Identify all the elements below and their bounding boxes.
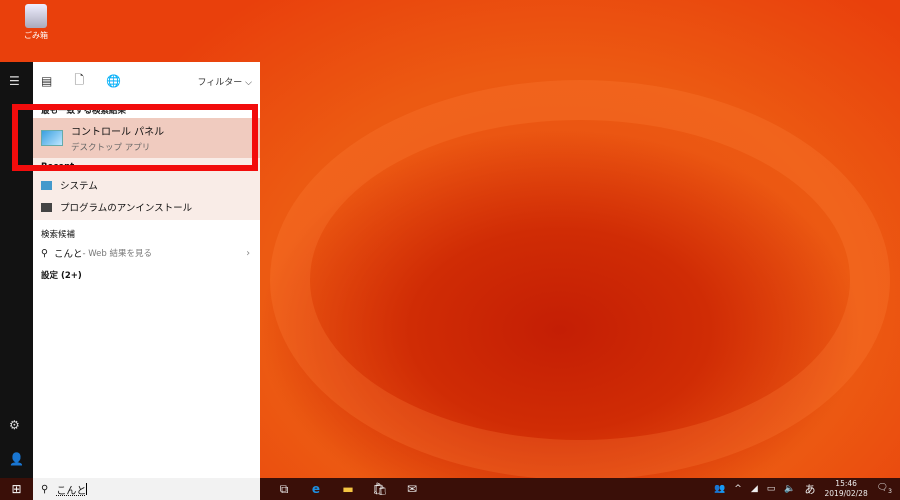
ime-indicator[interactable]: あ: [805, 481, 816, 497]
windows-start-icon[interactable]: ⊞: [0, 478, 33, 500]
wifi-icon[interactable]: ◢: [751, 484, 758, 494]
chevron-right-icon: ›: [246, 247, 250, 259]
notification-icon[interactable]: 🗨3: [877, 483, 892, 495]
file-explorer-icon[interactable]: ▬: [332, 482, 364, 496]
recent-item-uninstall[interactable]: プログラムのアンインストール: [33, 196, 260, 218]
user-icon[interactable]: 👤: [9, 452, 24, 466]
filter-button[interactable]: フィルター ⌵: [197, 75, 252, 88]
chevron-up-icon[interactable]: ^: [734, 484, 742, 494]
recycle-bin-icon: [25, 4, 47, 28]
taskbar: ⊞ ⚲ こんと ⧉ e ▬ 🛍 ✉ 👥 ^ ◢ ▭ 🔈 あ 15:46 2019/…: [0, 478, 900, 500]
edge-icon[interactable]: e: [300, 482, 332, 496]
wallpaper-swirl: [270, 80, 890, 480]
battery-icon[interactable]: ▭: [767, 484, 776, 494]
recycle-bin[interactable]: ごみ箱: [18, 4, 54, 41]
web-suggestion[interactable]: ⚲ こんと - Web 結果を見る ›: [33, 242, 260, 264]
search-input[interactable]: こんと: [56, 482, 86, 497]
monitor-icon: [41, 180, 52, 190]
recent-item-system[interactable]: システム: [33, 174, 260, 196]
document-icon[interactable]: 🗋: [74, 71, 84, 92]
globe-icon[interactable]: 🌐: [106, 74, 121, 88]
apps-filter-icon[interactable]: ▤: [41, 74, 52, 88]
settings-group[interactable]: 設定 (2+): [33, 264, 260, 286]
search-icon: ⚲: [41, 483, 49, 495]
hamburger-icon[interactable]: ☰: [9, 74, 20, 88]
gear-icon[interactable]: ⚙: [9, 418, 20, 432]
program-icon: [41, 202, 52, 212]
mail-icon[interactable]: ✉: [396, 482, 428, 496]
highlight-box: [12, 104, 258, 171]
volume-icon[interactable]: 🔈: [784, 484, 795, 494]
search-icon: ⚲: [41, 247, 48, 259]
search-box[interactable]: ⚲ こんと: [33, 478, 260, 500]
clock[interactable]: 15:46 2019/02/28: [825, 479, 868, 499]
store-icon[interactable]: 🛍: [364, 482, 396, 496]
recycle-bin-label: ごみ箱: [24, 31, 48, 40]
suggest-header: 検索候補: [41, 230, 76, 240]
task-view-icon[interactable]: ⧉: [268, 482, 300, 497]
people-icon[interactable]: 👥: [714, 484, 725, 494]
chevron-down-icon: ⌵: [245, 77, 252, 88]
